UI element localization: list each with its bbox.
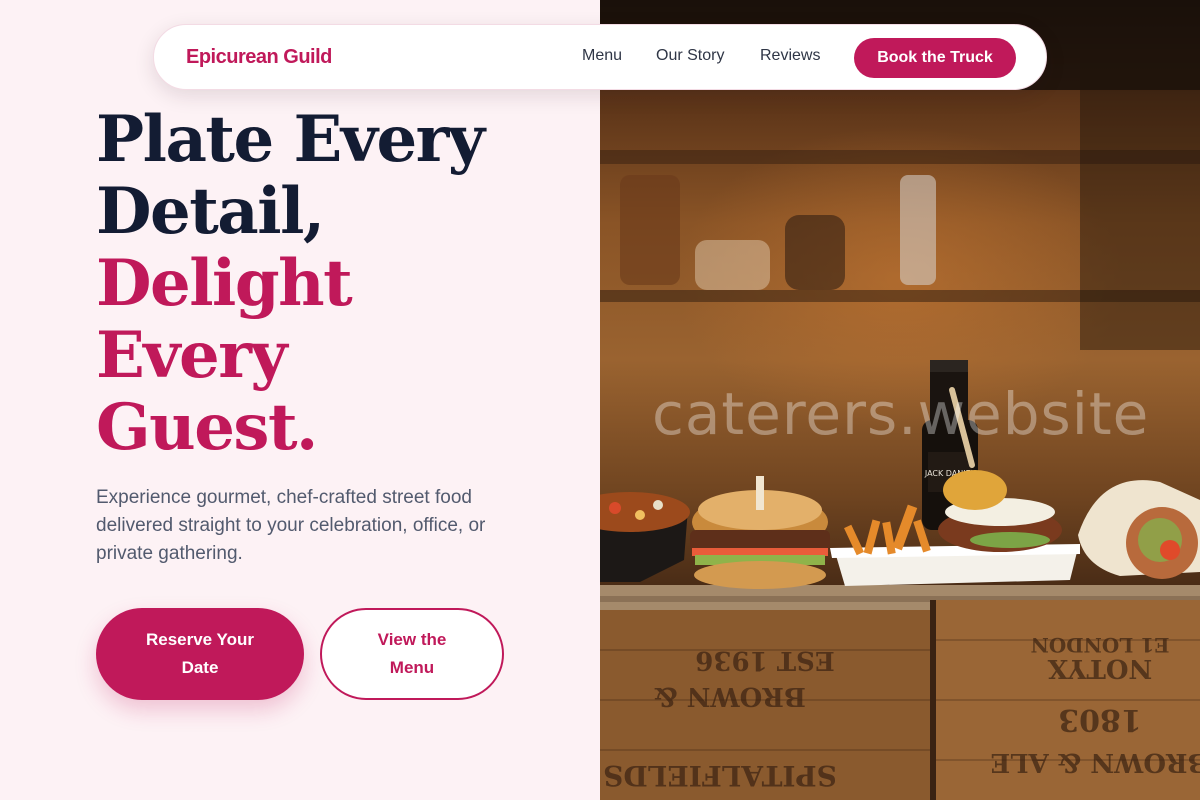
nav-link-our-story[interactable]: Our Story xyxy=(656,47,724,65)
reserve-date-button[interactable]: Reserve Your Date xyxy=(96,608,304,700)
crate-text: SPITALFIELDS xyxy=(603,759,837,792)
crate-text: 1803 xyxy=(1058,702,1142,737)
hero-title-line: Detail, xyxy=(96,174,325,249)
nav-link-menu[interactable]: Menu xyxy=(582,47,622,65)
hero-title-line-accent: Every xyxy=(96,318,288,393)
crate-text: BROWN & ALE xyxy=(990,747,1200,777)
hero-title-line-accent: Delight xyxy=(96,246,353,321)
crate-text: NOTYX xyxy=(1047,653,1152,683)
top-navbar: Epicurean Guild Menu Our Story Reviews B… xyxy=(153,24,1047,90)
hero-title-line: Plate Every xyxy=(96,102,485,177)
crate-text: BROWN & xyxy=(654,681,806,711)
watermark-text: caterers.website xyxy=(652,380,1150,448)
view-menu-button-label: View the Menu xyxy=(377,630,447,677)
view-menu-button[interactable]: View the Menu xyxy=(320,608,504,700)
hero-subtitle: Experience gourmet, chef-crafted street … xyxy=(96,487,486,564)
hero-title: Plate Every Detail, Delight Every Guest. xyxy=(96,102,485,465)
hero-title-line-accent: Guest. xyxy=(96,390,318,465)
reserve-date-button-label: Reserve Your Date xyxy=(145,630,255,677)
brand-logo[interactable]: Epicurean Guild xyxy=(186,46,332,69)
book-truck-button[interactable]: Book the Truck xyxy=(854,38,1016,78)
hero-photo: EST 1936 BROWN & SPITALFIELDS E1 LONDON … xyxy=(600,0,1200,800)
crate-text: EST 1936 xyxy=(695,645,834,675)
hero-panel: Plate Every Detail, Delight Every Guest.… xyxy=(0,0,600,800)
nav-link-reviews[interactable]: Reviews xyxy=(760,47,820,65)
